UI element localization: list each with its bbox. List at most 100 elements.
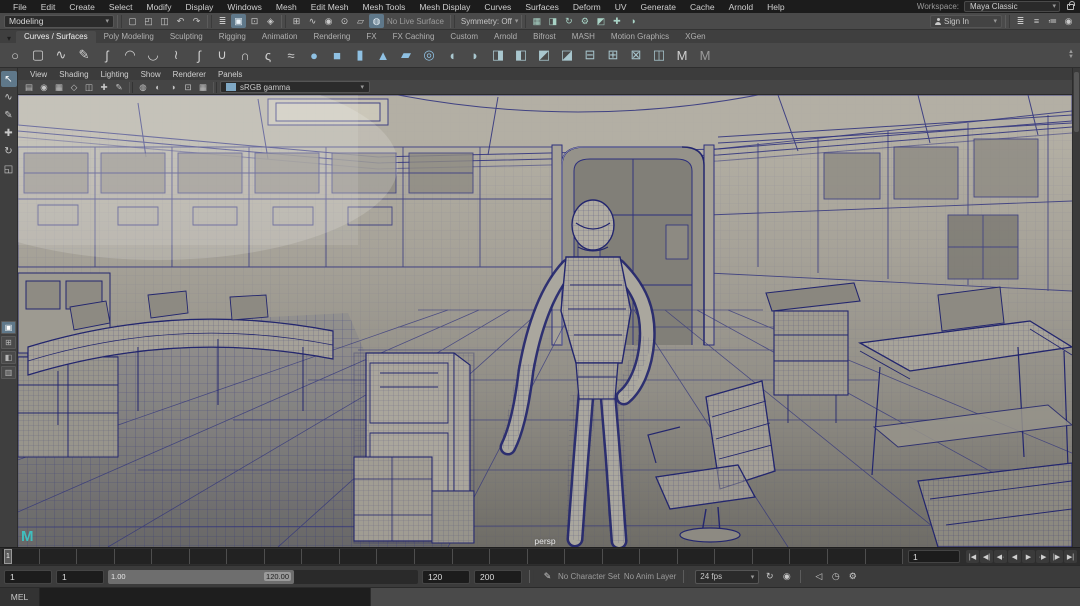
time-slider-tick[interactable] (753, 549, 791, 564)
menu-mesh-tools[interactable]: Mesh Tools (356, 2, 413, 12)
time-slider-tick[interactable] (190, 549, 228, 564)
step-back-frame-button[interactable]: ◀| (980, 550, 993, 563)
panel-menu-shading[interactable]: Shading (53, 70, 94, 79)
detach-surfaces-icon[interactable]: ⊞ (602, 44, 624, 66)
time-slider-tick[interactable] (152, 549, 190, 564)
modeling-toolkit-toggle-icon[interactable]: ◉ (1061, 14, 1076, 28)
menu-curves[interactable]: Curves (477, 2, 518, 12)
range-slider-bar[interactable]: 1.00 120.00 (108, 570, 294, 584)
time-slider-tick[interactable] (453, 549, 491, 564)
select-camera-icon[interactable]: ▤ (22, 81, 36, 93)
paint-select-tool[interactable]: ✎ (1, 107, 17, 123)
bezier-curve-tool-icon[interactable]: ʃ (96, 44, 118, 66)
snap-to-curve-icon[interactable]: ∿ (305, 14, 320, 28)
hypershade-icon[interactable]: ◩ (593, 14, 608, 28)
workspace-dropdown[interactable]: Maya Classic ▾ (964, 1, 1060, 12)
time-slider-tick[interactable] (678, 549, 716, 564)
bookmarks-icon[interactable]: ◇ (67, 81, 81, 93)
lock-workspace-icon[interactable] (1067, 4, 1074, 10)
time-slider-tick[interactable] (77, 549, 115, 564)
playback-start-field[interactable]: 1 (4, 570, 52, 584)
time-slider-tick[interactable] (715, 549, 753, 564)
character-set-label[interactable]: No Character Set (558, 572, 620, 581)
select-by-object-icon[interactable]: ▣ (231, 14, 246, 28)
menu-generate[interactable]: Generate (634, 2, 683, 12)
display-transform-dropdown[interactable]: sRGB gamma ▾ (220, 81, 370, 93)
range-slider-trough[interactable]: 1.00 120.00 (108, 570, 418, 584)
shelf-tab-rendering[interactable]: Rendering (305, 31, 358, 43)
snap-to-projected-center-icon[interactable]: ⊙ (337, 14, 352, 28)
attach-curves-icon[interactable]: ∫ (188, 44, 210, 66)
command-language-toggle[interactable]: MEL (0, 588, 40, 606)
shelf-tab-bifrost[interactable]: Bifrost (525, 31, 564, 43)
time-slider-tick[interactable] (490, 549, 528, 564)
loft-icon[interactable]: ◗ (464, 44, 486, 66)
panel-menu-renderer[interactable]: Renderer (167, 70, 212, 79)
layout-persp-outliner[interactable]: ◧ (1, 351, 16, 364)
play-backward-button[interactable]: ◀ (1008, 550, 1021, 563)
current-time-field[interactable]: 1 (908, 550, 960, 563)
time-slider-tick[interactable] (603, 549, 641, 564)
rotate-tool[interactable]: ↻ (1, 143, 17, 159)
snap-to-view-plane-icon[interactable]: ▱ (353, 14, 368, 28)
time-slider-tick[interactable] (227, 549, 265, 564)
use-all-lights-icon[interactable]: ⊡ (181, 81, 195, 93)
fps-dropdown[interactable]: 24 fps ▾ (695, 570, 759, 584)
shelf-tab-arnold[interactable]: Arnold (486, 31, 525, 43)
render-current-frame-icon[interactable]: ◨ (545, 14, 560, 28)
make-live-icon[interactable]: ◍ (369, 14, 384, 28)
time-slider-tick[interactable] (265, 549, 303, 564)
time-slider-tick[interactable] (40, 549, 78, 564)
highlight-selection-mode-icon[interactable]: ◈ (263, 14, 278, 28)
insert-isoparms-icon[interactable]: ◫ (648, 44, 670, 66)
open-scene-icon[interactable]: ◰ (141, 14, 156, 28)
ep-curve-tool-icon[interactable]: ∿ (50, 44, 72, 66)
command-input[interactable] (40, 588, 370, 606)
time-slider[interactable]: 1 (2, 549, 903, 564)
menu-surfaces[interactable]: Surfaces (518, 2, 566, 12)
shelf-tab-fx-caching[interactable]: FX Caching (385, 31, 443, 43)
nurbs-plane-icon[interactable]: ▰ (395, 44, 417, 66)
ipr-render-icon[interactable]: ↻ (561, 14, 576, 28)
auto-keyframe-icon[interactable]: ◉ (780, 571, 793, 582)
playback-prefs-icon[interactable]: ⚙ (846, 571, 859, 582)
redo-icon[interactable]: ↷ (189, 14, 204, 28)
tool-settings-toggle-icon[interactable]: ≡ (1029, 14, 1044, 28)
nurbs-sphere-icon[interactable]: ● (303, 44, 325, 66)
open-close-surfaces-icon[interactable]: ⊠ (625, 44, 647, 66)
time-slider-tick[interactable] (302, 549, 340, 564)
menu-cache[interactable]: Cache (683, 2, 722, 12)
menu-select[interactable]: Select (102, 2, 140, 12)
offset-curve-icon[interactable]: ≈ (280, 44, 302, 66)
nurbs-square-icon[interactable]: ▢ (27, 44, 49, 66)
character-set-pencil-icon[interactable]: ✎ (541, 571, 554, 582)
wireframe-mode-icon[interactable]: ◍ (136, 81, 150, 93)
menu-display[interactable]: Display (179, 2, 221, 12)
layout-outliner[interactable]: ▥ (1, 366, 16, 379)
time-slider-tick[interactable] (640, 549, 678, 564)
pencil-curve-tool-icon[interactable]: ✎ (73, 44, 95, 66)
nurbs-cube-icon[interactable]: ■ (326, 44, 348, 66)
loop-playback-icon[interactable]: ↻ (763, 571, 776, 582)
mash-editor-icon[interactable]: M (694, 44, 716, 66)
lock-camera-icon[interactable]: ◉ (37, 81, 51, 93)
shelf-menu-icon[interactable]: ▾ (2, 34, 16, 43)
channel-box-toggle-icon[interactable]: ≔ (1045, 14, 1060, 28)
scrollbar-thumb[interactable] (1074, 72, 1079, 132)
symmetry-dropdown[interactable]: Symmetry: Off (458, 17, 515, 26)
time-slider-tick[interactable] (790, 549, 828, 564)
two-point-arc-icon[interactable]: ◡ (142, 44, 164, 66)
shelf-tab-xgen[interactable]: XGen (677, 31, 713, 43)
shelf-tab-fx[interactable]: FX (358, 31, 384, 43)
nurbs-cylinder-icon[interactable]: ▮ (349, 44, 371, 66)
step-forward-key-button[interactable]: ·▶ (1036, 550, 1049, 563)
mute-audio-icon[interactable]: ◁ (812, 571, 825, 582)
viewport-canvas[interactable]: persp M (18, 95, 1072, 547)
menu-file[interactable]: File (6, 2, 34, 12)
menu-arnold[interactable]: Arnold (722, 2, 761, 12)
shelf-tab-curves-surfaces[interactable]: Curves / Surfaces (16, 31, 96, 43)
undo-icon[interactable]: ↶ (173, 14, 188, 28)
menu-help[interactable]: Help (760, 2, 791, 12)
go-to-end-button[interactable]: ▶| (1064, 550, 1077, 563)
light-editor-icon[interactable]: ✚ (609, 14, 624, 28)
